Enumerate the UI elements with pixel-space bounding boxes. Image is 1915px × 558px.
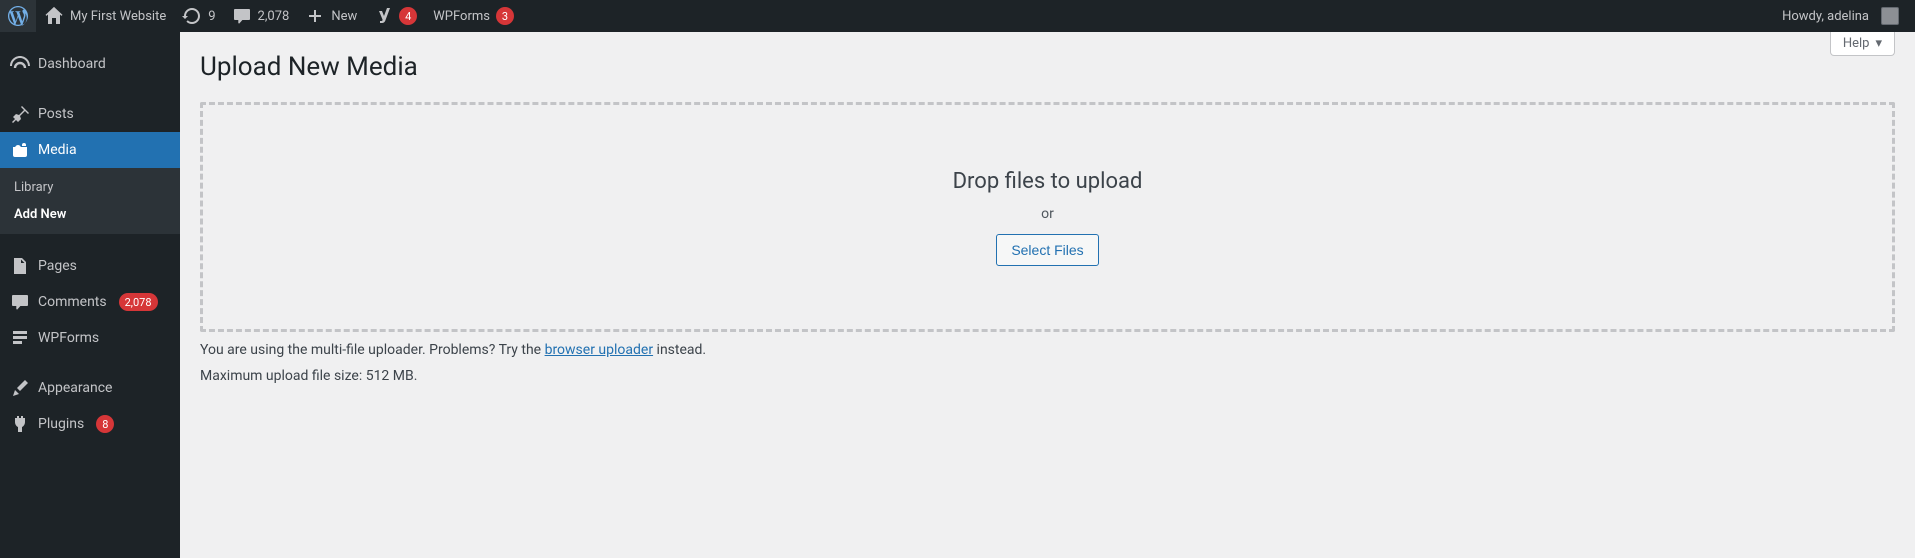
menu-comments-label: Comments (38, 294, 107, 310)
menu-posts[interactable]: Posts (0, 96, 180, 132)
update-icon (182, 6, 202, 26)
screen-meta-links: Help ▾ (1830, 32, 1895, 56)
wordpress-icon (8, 6, 28, 26)
updates-link[interactable]: 9 (174, 0, 223, 32)
menu-appearance-label: Appearance (38, 380, 112, 396)
menu-media-submenu: Library Add New (0, 168, 180, 234)
menu-plugins[interactable]: Plugins 8 (0, 406, 180, 442)
submenu-add-new[interactable]: Add New (0, 201, 180, 228)
menu-appearance[interactable]: Appearance (0, 370, 180, 406)
note-suffix: instead. (653, 342, 706, 358)
menu-comments[interactable]: Comments 2,078 (0, 284, 180, 320)
media-icon (10, 140, 30, 160)
plugin-icon (10, 414, 30, 434)
yoast-link[interactable]: 4 (365, 0, 425, 32)
plugins-badge: 8 (96, 415, 114, 433)
my-account-link[interactable]: Howdy, adelina (1774, 0, 1907, 32)
menu-dashboard-label: Dashboard (38, 56, 106, 72)
comments-count: 2,078 (258, 9, 290, 24)
menu-wpforms[interactable]: WPForms (0, 320, 180, 356)
submenu-library[interactable]: Library (0, 174, 180, 201)
note-prefix: You are using the multi-file uploader. P… (200, 342, 545, 358)
max-upload-size: Maximum upload file size: 512 MB. (200, 368, 1895, 384)
wpforms-link[interactable]: WPForms 3 (425, 0, 522, 32)
comments-link[interactable]: 2,078 (224, 0, 298, 32)
site-name-link[interactable]: My First Website (36, 0, 174, 32)
site-name-label: My First Website (70, 9, 166, 24)
help-label: Help (1843, 36, 1870, 51)
menu-wpforms-label: WPForms (38, 330, 99, 346)
yoast-icon (373, 6, 393, 26)
menu-pages[interactable]: Pages (0, 248, 180, 284)
avatar (1881, 7, 1899, 25)
admin-bar: My First Website 9 2,078 New 4 (0, 0, 1915, 32)
yoast-badge: 4 (399, 7, 417, 25)
comment-icon (232, 6, 252, 26)
comments-icon (10, 292, 30, 312)
menu-posts-label: Posts (38, 106, 74, 122)
wpforms-badge: 3 (496, 7, 514, 25)
updates-count: 9 (208, 9, 215, 24)
menu-media[interactable]: Media (0, 132, 180, 168)
page-title: Upload New Media (200, 32, 1895, 92)
brush-icon (10, 378, 30, 398)
wordpress-logo[interactable] (0, 0, 36, 32)
menu-pages-label: Pages (38, 258, 77, 274)
admin-menu: Dashboard Posts Media Library Add New Pa… (0, 32, 180, 558)
menu-plugins-label: Plugins (38, 416, 84, 432)
uploader-note: You are using the multi-file uploader. P… (200, 342, 1895, 358)
upload-dropzone[interactable]: Drop files to upload or Select Files (200, 102, 1895, 332)
help-tab[interactable]: Help ▾ (1830, 32, 1895, 56)
content-area: Help ▾ Upload New Media Drop files to up… (180, 0, 1915, 558)
browser-uploader-link[interactable]: browser uploader (545, 342, 654, 358)
dashboard-icon (10, 54, 30, 74)
form-icon (10, 328, 30, 348)
plus-icon (305, 6, 325, 26)
drop-or-label: or (1041, 206, 1054, 222)
comments-badge: 2,078 (119, 293, 158, 311)
menu-media-label: Media (38, 142, 77, 158)
menu-dashboard[interactable]: Dashboard (0, 46, 180, 82)
wpforms-label: WPForms (433, 9, 490, 24)
pin-icon (10, 104, 30, 124)
new-content-link[interactable]: New (297, 0, 365, 32)
drop-instructions: Drop files to upload (953, 169, 1143, 194)
chevron-down-icon: ▾ (1875, 36, 1882, 51)
home-icon (44, 6, 64, 26)
select-files-button[interactable]: Select Files (996, 234, 1098, 266)
new-label: New (331, 9, 357, 24)
howdy-label: Howdy, adelina (1782, 9, 1869, 24)
page-icon (10, 256, 30, 276)
